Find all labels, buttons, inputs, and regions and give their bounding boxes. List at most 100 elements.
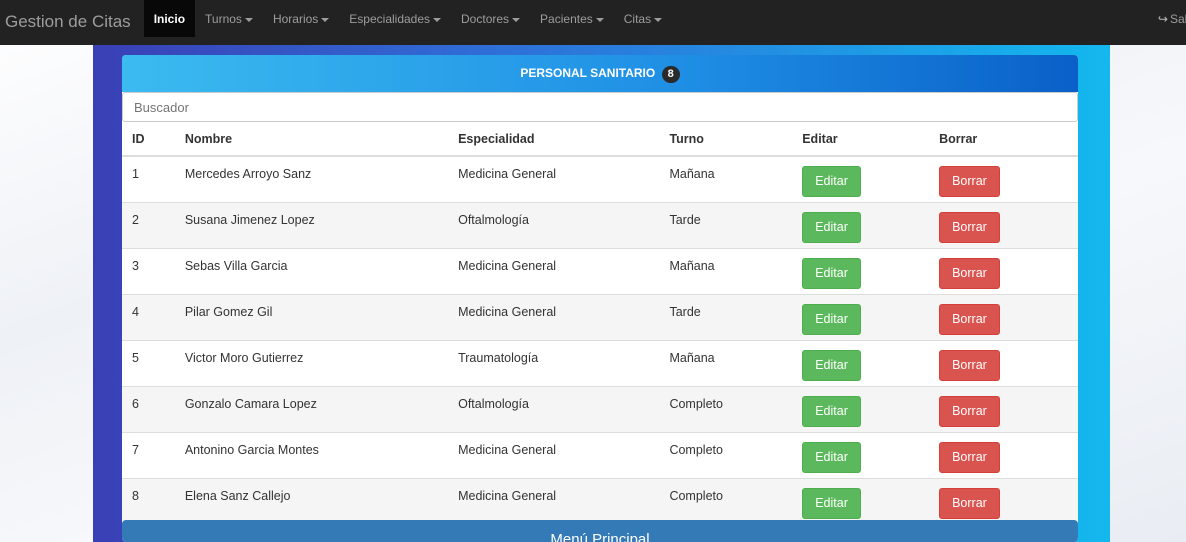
cell-text: 7 bbox=[132, 443, 139, 457]
main-menu-label: Menú Principal bbox=[550, 531, 650, 542]
cell-text: Mercedes Arroyo Sanz bbox=[184, 167, 312, 181]
cell-text: Antonino Garcia Montes bbox=[184, 443, 319, 457]
delete-button[interactable]: Borrar bbox=[939, 396, 1000, 427]
edit-button[interactable]: Editar bbox=[802, 258, 861, 289]
delete-button[interactable]: Borrar bbox=[939, 166, 1000, 197]
cell-text: Elena Sanz Callejo bbox=[184, 489, 291, 503]
caret-down-icon bbox=[654, 17, 663, 22]
nav-item-especialidades[interactable]: Especialidades bbox=[339, 0, 451, 37]
cell-text: Oftalmología bbox=[458, 213, 529, 227]
cell-edit: Editar bbox=[792, 340, 930, 387]
logout-link[interactable]: ↪Sali bbox=[1158, 12, 1186, 26]
cell-text: Mañana bbox=[669, 351, 715, 365]
cell-id: 4 bbox=[122, 294, 175, 341]
delete-button[interactable]: Borrar bbox=[939, 212, 1000, 243]
nav-item-label: Doctores bbox=[461, 12, 510, 26]
cell-turno: Completo bbox=[659, 386, 793, 433]
table-row: 7 Antonino Garcia Montes Medicina General C… bbox=[122, 432, 1078, 479]
cell-delete: Borrar bbox=[929, 248, 1078, 295]
edit-button[interactable]: Editar bbox=[802, 442, 861, 473]
edit-button[interactable]: Editar bbox=[802, 304, 861, 335]
top-navbar: Gestion de Citas Inicio Turnos Horarios Esp… bbox=[0, 0, 1186, 45]
cell-text: 2 bbox=[132, 213, 139, 227]
delete-button[interactable]: Borrar bbox=[939, 258, 1000, 289]
delete-button[interactable]: Borrar bbox=[939, 488, 1000, 519]
cell-turno: Mañana bbox=[659, 155, 793, 203]
cell-text: Completo bbox=[669, 489, 723, 503]
nav-item-inicio[interactable]: Inicio bbox=[143, 0, 196, 37]
nav-item-citas[interactable]: Citas bbox=[614, 0, 672, 37]
cell-id: 5 bbox=[122, 340, 175, 387]
nav-item-label: Pacientes bbox=[540, 12, 593, 26]
nav-item-doctores[interactable]: Doctores bbox=[451, 0, 530, 37]
cell-edit: Editar bbox=[792, 202, 930, 249]
cell-text: Susana Jimenez Lopez bbox=[184, 213, 315, 227]
cell-id: 6 bbox=[122, 386, 175, 433]
cell-id: 2 bbox=[122, 202, 175, 249]
nav-item-label: Citas bbox=[623, 12, 652, 26]
column-header: Nombre bbox=[174, 122, 449, 157]
delete-button[interactable]: Borrar bbox=[939, 304, 1000, 335]
delete-button[interactable]: Borrar bbox=[939, 350, 1000, 381]
cell-especialidad: Medicina General bbox=[448, 478, 660, 524]
edit-button[interactable]: Editar bbox=[802, 212, 861, 243]
panel-title: PERSONAL SANITARIO bbox=[520, 66, 656, 80]
cell-text: 5 bbox=[132, 351, 139, 365]
staff-table: ID Nombre Especialidad Turno Editar Borrar 1 M… bbox=[122, 122, 1078, 524]
cell-text: Medicina General bbox=[458, 443, 557, 457]
cell-turno: Tarde bbox=[659, 202, 793, 249]
search-box bbox=[122, 92, 1078, 122]
cell-especialidad: Medicina General bbox=[448, 294, 660, 341]
delete-button[interactable]: Borrar bbox=[939, 442, 1000, 473]
cell-delete: Borrar bbox=[929, 294, 1078, 341]
cell-nombre: Sebas Villa Garcia bbox=[174, 248, 449, 295]
cell-text: Tarde bbox=[669, 305, 701, 319]
edit-button[interactable]: Editar bbox=[802, 350, 861, 381]
cell-id: 3 bbox=[122, 248, 175, 295]
cell-delete: Borrar bbox=[929, 340, 1078, 387]
cell-text: Medicina General bbox=[458, 259, 557, 273]
table-body: 1 Mercedes Arroyo Sanz Medicina General Mañ… bbox=[122, 155, 1078, 524]
cell-turno: Tarde bbox=[659, 294, 793, 341]
cell-nombre: Pilar Gomez Gil bbox=[174, 294, 449, 341]
caret-down-icon bbox=[512, 17, 521, 22]
cell-id: 1 bbox=[122, 155, 175, 203]
cell-text: 3 bbox=[132, 259, 139, 273]
cell-text: Oftalmología bbox=[458, 397, 529, 411]
edit-button[interactable]: Editar bbox=[802, 396, 861, 427]
cell-delete: Borrar bbox=[929, 202, 1078, 249]
brand-title[interactable]: Gestion de Citas bbox=[0, 0, 144, 32]
search-input[interactable] bbox=[123, 93, 1078, 121]
nav-item-label: Especialidades bbox=[349, 12, 431, 26]
table-row: 8 Elena Sanz Callejo Medicina General Compl… bbox=[122, 478, 1078, 524]
cell-text: Completo bbox=[669, 397, 723, 411]
nav-item-turnos[interactable]: Turnos bbox=[195, 0, 263, 37]
cell-text: Traumatología bbox=[458, 351, 539, 365]
cell-text: Victor Moro Gutierrez bbox=[184, 351, 304, 365]
count-badge: 8 bbox=[661, 66, 680, 83]
main-menu-button[interactable]: Menú Principal bbox=[122, 520, 1078, 542]
edit-button[interactable]: Editar bbox=[802, 488, 861, 519]
logout-label: Sali bbox=[1169, 12, 1186, 26]
column-header: Editar bbox=[792, 122, 930, 157]
nav-item-pacientes[interactable]: Pacientes bbox=[530, 0, 614, 37]
cell-text: 1 bbox=[132, 167, 139, 181]
cell-especialidad: Oftalmología bbox=[448, 386, 660, 433]
nav-item-horarios[interactable]: Horarios bbox=[263, 0, 339, 37]
cell-text: Tarde bbox=[669, 213, 701, 227]
cell-especialidad: Medicina General bbox=[448, 248, 660, 295]
cell-id: 8 bbox=[122, 478, 175, 524]
edit-button[interactable]: Editar bbox=[802, 166, 861, 197]
table-row: 2 Susana Jimenez Lopez Oftalmología Tarde Ed… bbox=[122, 202, 1078, 249]
cell-turno: Mañana bbox=[659, 340, 793, 387]
cell-especialidad: Medicina General bbox=[448, 155, 660, 203]
cell-text: Medicina General bbox=[458, 489, 557, 503]
cell-id: 7 bbox=[122, 432, 175, 479]
cell-nombre: Victor Moro Gutierrez bbox=[174, 340, 449, 387]
cell-turno: Completo bbox=[659, 478, 793, 524]
cell-text: Mañana bbox=[669, 259, 715, 273]
panel-header: PERSONAL SANITARIO 8 bbox=[122, 55, 1078, 92]
nav-item-label: Inicio bbox=[153, 12, 186, 26]
table-header-row: ID Nombre Especialidad Turno Editar Borrar bbox=[122, 122, 1078, 157]
caret-down-icon bbox=[433, 17, 442, 22]
